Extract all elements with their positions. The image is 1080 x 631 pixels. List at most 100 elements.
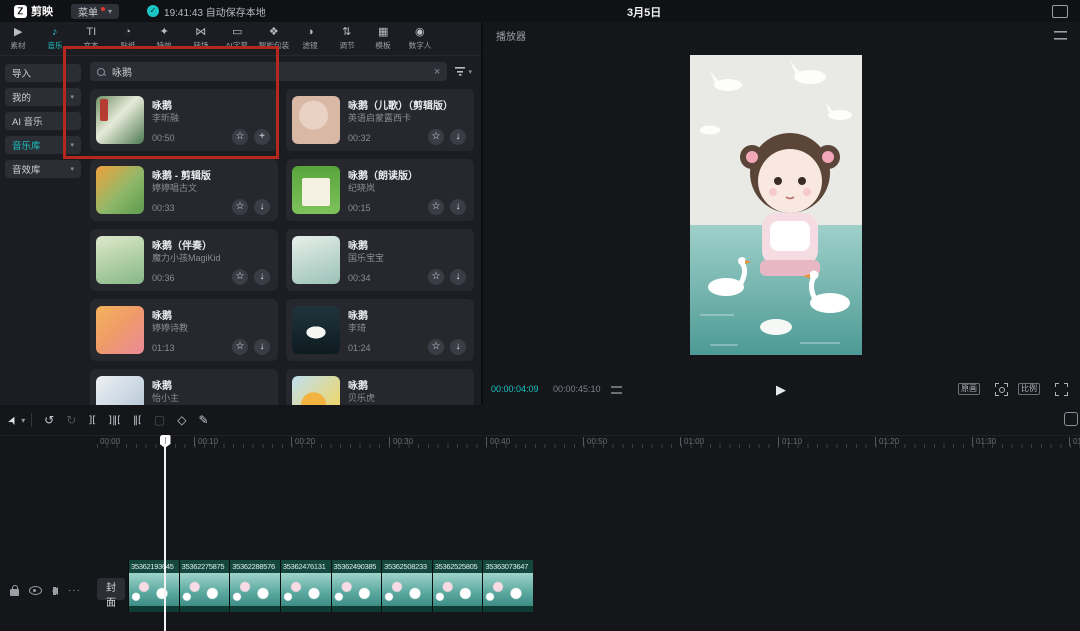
download-button[interactable]: ↓ bbox=[254, 269, 270, 285]
favorite-button[interactable]: ☆ bbox=[428, 129, 444, 145]
download-icon: ↓ bbox=[456, 271, 461, 282]
chevron-down-icon: ▾ bbox=[21, 416, 25, 425]
sidebar-item-sound-effects[interactable]: 音效库▾ bbox=[5, 160, 81, 178]
tab-adjust[interactable]: ⇅调节 bbox=[329, 26, 366, 51]
split-button[interactable]: ][ bbox=[82, 415, 102, 426]
freeze-frame-button[interactable]: ▢ bbox=[148, 413, 171, 427]
topbar: Ꮓ 剪映 菜单 ▾ ✓ 19:41:43 自动保存本地 3月5日 bbox=[0, 0, 1080, 22]
timeline-clip[interactable]: 35362275875 bbox=[179, 560, 230, 612]
clip-id: 35362525805 bbox=[433, 560, 483, 573]
download-button[interactable]: ↓ bbox=[254, 339, 270, 355]
clip-footer bbox=[281, 606, 331, 612]
timeline-clip[interactable]: 35362508233 bbox=[381, 560, 432, 612]
music-card[interactable]: 咏鹅 贝乐虎 bbox=[286, 369, 474, 405]
music-card[interactable]: 咏鹅 李昕融 00:50 ☆+ bbox=[90, 89, 278, 151]
select-tool-button[interactable]: ➤ ▾ bbox=[8, 414, 25, 427]
music-card[interactable]: 咏鹅 - 剪辑版 婷婷唱古文 00:33 ☆↓ bbox=[90, 159, 278, 221]
menu-button[interactable]: 菜单 ▾ bbox=[71, 4, 119, 19]
tab-sticker[interactable]: ◔贴纸 bbox=[110, 26, 147, 51]
sidebar-item-import[interactable]: 导入 bbox=[5, 64, 81, 82]
more-options-icon[interactable]: ··· bbox=[68, 587, 81, 595]
music-card[interactable]: 咏鹅（伴奏） 魔力小孩MagiKid 00:36 ☆↓ bbox=[90, 229, 278, 291]
timeline-clip[interactable]: 35363073647 bbox=[482, 560, 533, 612]
tab-template[interactable]: ▦模板 bbox=[365, 26, 402, 51]
frame-preview-icon[interactable] bbox=[611, 386, 622, 394]
timeline-clip[interactable]: 35362525805 bbox=[432, 560, 483, 612]
clear-search-button[interactable]: × bbox=[434, 66, 440, 78]
download-button[interactable]: ↓ bbox=[450, 199, 466, 215]
sidebar-item-ai-music[interactable]: AI 音乐 bbox=[5, 112, 81, 130]
favorite-button[interactable]: ☆ bbox=[232, 199, 248, 215]
effects-icon: ✦ bbox=[160, 26, 169, 39]
playhead-line[interactable] bbox=[164, 435, 166, 631]
mask-button[interactable]: ◇ bbox=[171, 413, 192, 427]
search-box[interactable]: × bbox=[90, 62, 447, 81]
split-left-icon: ]‖[ bbox=[108, 415, 121, 426]
smart-pack-icon: ❖ bbox=[269, 26, 279, 39]
download-button[interactable]: ↓ bbox=[450, 339, 466, 355]
freeze-frame-icon: ▢ bbox=[154, 413, 165, 427]
tab-audio[interactable]: ♪音乐 bbox=[37, 26, 74, 51]
tab-effects[interactable]: ✦特效 bbox=[146, 26, 183, 51]
caption-edit-button[interactable]: ✎ bbox=[192, 413, 214, 427]
split-left-button[interactable]: ]‖[ bbox=[102, 415, 127, 426]
mute-track-icon[interactable] bbox=[52, 587, 58, 595]
tab-text[interactable]: TI文本 bbox=[73, 26, 110, 51]
filter-button[interactable]: ▾ bbox=[453, 67, 474, 76]
tab-digital-human[interactable]: ◉数字人 bbox=[402, 26, 439, 51]
fullscreen-icon[interactable] bbox=[1055, 383, 1068, 396]
video-preview[interactable] bbox=[690, 55, 862, 355]
tab-filter[interactable]: ◑滤镜 bbox=[292, 26, 329, 51]
cover-button[interactable]: 封面 bbox=[97, 578, 125, 600]
music-card[interactable]: 咏鹅 国乐宝宝 00:34 ☆↓ bbox=[286, 229, 474, 291]
tab-media[interactable]: ▶素材 bbox=[0, 26, 37, 51]
favorite-button[interactable]: ☆ bbox=[428, 339, 444, 355]
preview-focus-icon[interactable] bbox=[995, 383, 1008, 396]
timeline-clip[interactable]: 35362476131 bbox=[280, 560, 331, 612]
tab-ai-caption[interactable]: ▭AI字幕 bbox=[219, 26, 256, 51]
timeline-clip[interactable]: 35362288576 bbox=[229, 560, 280, 612]
favorite-button[interactable]: ☆ bbox=[232, 339, 248, 355]
timeline-clip[interactable]: 35362490385 bbox=[331, 560, 382, 612]
undo-button[interactable]: ↺ bbox=[38, 413, 60, 427]
music-card[interactable]: 咏鹅（儿歌）（剪辑版） 英语启蒙露西卡 00:32 ☆↓ bbox=[286, 89, 474, 151]
toggle-visibility-icon[interactable] bbox=[29, 586, 42, 595]
music-card[interactable]: 咏鹅（朗读版） 纪晓岚 00:15 ☆↓ bbox=[286, 159, 474, 221]
music-card[interactable]: 咏鹅 怡小主 bbox=[90, 369, 278, 405]
tab-smart-pack[interactable]: ❖智能包装 bbox=[256, 26, 293, 51]
download-button[interactable]: ↓ bbox=[450, 129, 466, 145]
redo-button[interactable]: ↻ bbox=[60, 413, 82, 427]
music-card-duration: 00:32 bbox=[348, 133, 371, 143]
player-menu-icon[interactable] bbox=[1054, 31, 1067, 40]
download-button[interactable]: ↓ bbox=[254, 199, 270, 215]
ruler-label: 01:10 bbox=[778, 437, 802, 446]
sidebar-item-music-library[interactable]: 音乐库▾ bbox=[5, 136, 81, 154]
search-input[interactable] bbox=[110, 65, 429, 78]
quality-badge[interactable]: 原画 bbox=[958, 383, 980, 395]
display-mode-icon[interactable] bbox=[1052, 5, 1068, 18]
favorite-button[interactable]: ☆ bbox=[428, 199, 444, 215]
music-card[interactable]: 咏鹅 李琦 01:24 ☆↓ bbox=[286, 299, 474, 361]
media-tabbar: ▶素材 ♪音乐 TI文本 ◔贴纸 ✦特效 ⋈转场 ▭AI字幕 ❖智能包装 ◑滤镜… bbox=[0, 22, 481, 56]
music-card[interactable]: 咏鹅 婷婷诗教 01:13 ☆↓ bbox=[90, 299, 278, 361]
clip-thumbnail bbox=[433, 573, 483, 606]
ratio-badge[interactable]: 比例 bbox=[1018, 383, 1040, 395]
tab-transition[interactable]: ⋈转场 bbox=[183, 26, 220, 51]
play-button[interactable]: ▶ bbox=[770, 381, 792, 399]
player-controls: 00:00:04:09 00:00:45:10 ▶ 原画 比例 bbox=[483, 381, 1080, 399]
total-duration: 00:00:45:10 bbox=[553, 384, 601, 394]
favorite-button[interactable]: ☆ bbox=[428, 269, 444, 285]
timeline-options-icon[interactable] bbox=[1064, 412, 1078, 426]
sidebar-item-mine[interactable]: 我的▾ bbox=[5, 88, 81, 106]
music-card-thumbnail bbox=[292, 376, 340, 405]
favorite-button[interactable]: ☆ bbox=[232, 269, 248, 285]
favorite-button[interactable]: ☆ bbox=[232, 129, 248, 145]
star-icon: ☆ bbox=[236, 131, 245, 142]
timeline-clip[interactable]: 35362193645 bbox=[128, 560, 179, 612]
player-title: 播放器 bbox=[496, 28, 526, 43]
ruler-label: 01:20 bbox=[875, 437, 899, 446]
download-button[interactable]: ↓ bbox=[450, 269, 466, 285]
split-right-button[interactable]: ‖[ bbox=[127, 415, 148, 426]
lock-track-icon[interactable] bbox=[10, 589, 19, 596]
add-to-track-button[interactable]: + bbox=[254, 129, 270, 145]
